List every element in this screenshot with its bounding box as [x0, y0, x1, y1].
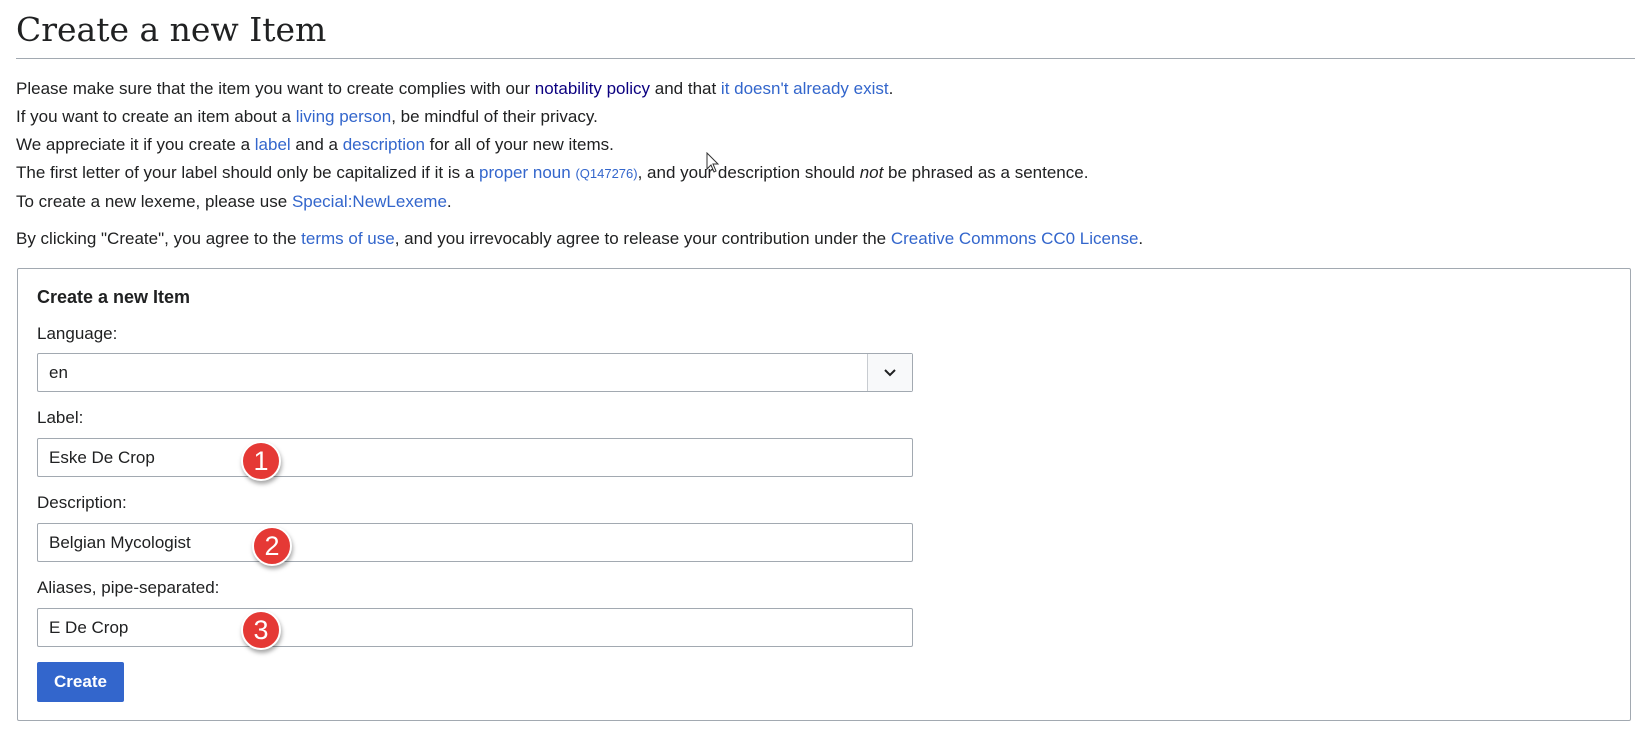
chevron-down-icon[interactable]	[867, 354, 912, 391]
already-exist-link[interactable]: it doesn't already exist	[721, 79, 889, 98]
proper-noun-link[interactable]: proper noun	[479, 163, 571, 182]
aliases-field-label: Aliases, pipe-separated:	[37, 578, 220, 597]
annotation-badge-2: 2	[252, 526, 292, 566]
label-input[interactable]	[37, 438, 913, 477]
text: The first letter of your label should on…	[16, 163, 480, 182]
emphasis: not	[859, 163, 884, 182]
aliases-input[interactable]	[37, 608, 913, 647]
text: , and your description should	[637, 163, 860, 182]
terms-of-use-link[interactable]: terms of use	[301, 229, 395, 248]
text: be phrased as a sentence.	[883, 163, 1089, 182]
description-field-label: Description:	[37, 493, 127, 512]
text: To create a new lexeme, please use	[16, 192, 292, 211]
text: for all of your new items.	[424, 135, 614, 154]
label-link[interactable]: label	[255, 135, 291, 154]
terms-notice: By clicking "Create", you agree to the t…	[16, 225, 1143, 253]
language-value: en	[49, 362, 68, 382]
qid-text: (Q147276)	[575, 166, 638, 181]
form-title: Create a new Item	[37, 287, 191, 307]
text: , be mindful of their privacy.	[391, 107, 598, 126]
text: .	[1138, 229, 1144, 248]
text: By clicking "Create", you agree to the	[16, 229, 302, 248]
text: .	[888, 79, 894, 98]
language-label: Language:	[37, 324, 118, 343]
page-title: Create a new Item	[16, 10, 1635, 59]
intro-line-5: To create a new lexeme, please use Speci…	[16, 188, 1088, 216]
language-select[interactable]: en	[37, 353, 913, 392]
text: and a	[290, 135, 343, 154]
text: If you want to create an item about a	[16, 107, 296, 126]
text: , and you irrevocably agree to release y…	[394, 229, 891, 248]
qid-link[interactable]: (Q147276)	[575, 163, 637, 182]
label-field-label: Label:	[37, 408, 84, 427]
intro-line-4: The first letter of your label should on…	[16, 159, 1088, 188]
notability-policy-link[interactable]: notability policy	[535, 79, 650, 98]
annotation-badge-1: 1	[241, 441, 281, 481]
new-lexeme-link[interactable]: Special:NewLexeme	[292, 192, 447, 211]
create-button[interactable]: Create	[37, 662, 124, 702]
living-person-link[interactable]: living person	[296, 107, 391, 126]
text: .	[446, 192, 452, 211]
annotation-badge-3: 3	[241, 610, 281, 650]
intro-line-2: If you want to create an item about a li…	[16, 103, 1088, 131]
intro-text: Please make sure that the item you want …	[16, 75, 1088, 216]
text: We appreciate it if you create a	[16, 135, 255, 154]
mouse-cursor-icon	[706, 151, 720, 179]
intro-line-3: We appreciate it if you create a label a…	[16, 131, 1088, 159]
text: and that	[650, 79, 721, 98]
create-item-form: Create a new Item Language: en Label: De…	[17, 268, 1631, 721]
text: Please make sure that the item you want …	[16, 79, 535, 98]
description-input[interactable]	[37, 523, 913, 562]
cc0-license-link[interactable]: Creative Commons CC0 License	[891, 229, 1139, 248]
description-link[interactable]: description	[343, 135, 425, 154]
intro-line-1: Please make sure that the item you want …	[16, 75, 1088, 103]
